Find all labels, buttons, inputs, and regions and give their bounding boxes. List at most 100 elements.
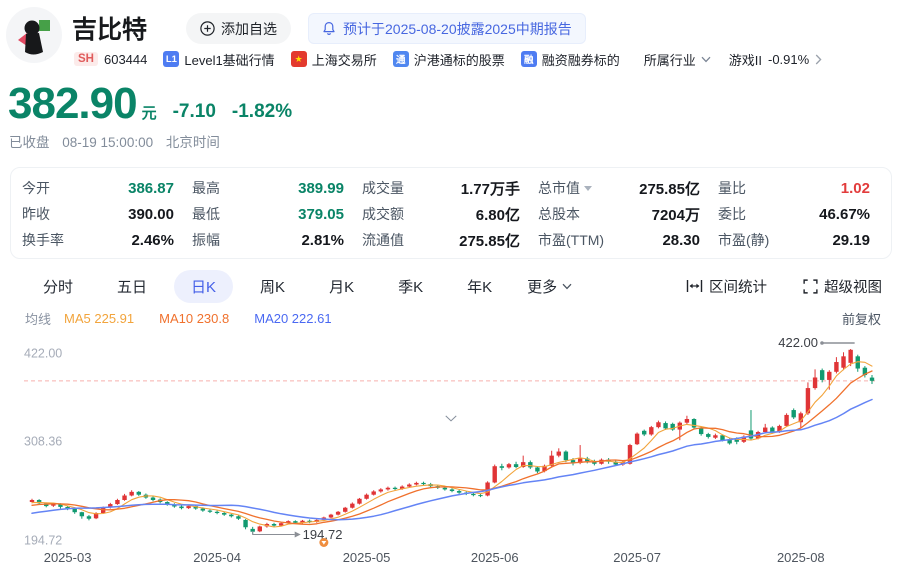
- high-annotation-label: 422.00: [778, 335, 818, 350]
- candle-body: [663, 423, 667, 428]
- candle-body: [834, 362, 838, 372]
- candle-body: [350, 504, 354, 508]
- stat-cell: 最高389.99: [192, 175, 344, 201]
- candlestick-chart[interactable]: 422.00308.36194.72194.72422.002025-03202…: [0, 335, 904, 574]
- more-periods-dropdown[interactable]: 更多: [527, 276, 572, 297]
- stat-label: 市盈(TTM): [538, 230, 604, 250]
- candle-body: [784, 415, 788, 426]
- stat-value: 390.00: [128, 206, 174, 223]
- stat-cell: 委比46.67%: [718, 201, 870, 227]
- stat-value: 389.99: [298, 180, 344, 197]
- x-axis-tick: 2025-08: [777, 550, 825, 565]
- tab-周K[interactable]: 周K: [243, 270, 302, 303]
- tag-level1-label: Level1基础行情: [184, 50, 274, 69]
- report-notice-banner[interactable]: 预计于2025-08-20披露2025中期报告: [308, 13, 586, 44]
- stat-value: 1.77万手: [461, 178, 520, 199]
- ma-items: MA5 225.91MA10 230.8MA20 222.61: [64, 311, 357, 326]
- candle-body: [706, 434, 710, 437]
- y-axis-tick: 422.00: [24, 347, 62, 361]
- stat-label: 委比: [718, 204, 746, 224]
- caret-down-icon[interactable]: [584, 186, 592, 191]
- tag-margin: 融 融资融券标的: [521, 50, 620, 69]
- stat-cell: 流通值275.85亿: [362, 227, 520, 253]
- stat-label: 市盈(静): [718, 230, 769, 250]
- candle-body: [329, 515, 333, 518]
- industry-link[interactable]: 游戏II -0.91%: [729, 50, 822, 69]
- candle-body: [364, 495, 368, 499]
- adjust-mode-toggle[interactable]: 前复权: [842, 309, 881, 328]
- tab-季K[interactable]: 季K: [381, 270, 440, 303]
- candle-body: [692, 419, 696, 428]
- candle-body: [443, 488, 447, 490]
- candle-body: [407, 485, 411, 487]
- stat-value: 1.02: [841, 180, 870, 197]
- stat-value: 379.05: [298, 206, 344, 223]
- chart-tools: 区间统计 超级视图: [686, 276, 882, 297]
- stat-cell[interactable]: 总市值 275.85亿: [538, 175, 700, 201]
- range-stats-button[interactable]: 区间统计: [686, 276, 767, 297]
- stat-label: 总市值: [538, 178, 592, 198]
- candle-body: [478, 495, 482, 496]
- candle-body: [414, 483, 418, 485]
- stat-label: 昨收: [22, 204, 50, 224]
- stock-logo: [6, 7, 62, 63]
- stat-value: 2.81%: [301, 232, 344, 249]
- stat-label: 最低: [192, 204, 220, 224]
- add-watchlist-label: 添加自选: [221, 19, 277, 39]
- candle-body: [763, 428, 767, 432]
- candle-body: [713, 435, 717, 437]
- add-watchlist-button[interactable]: 添加自选: [186, 13, 291, 44]
- candle-body: [229, 515, 233, 517]
- tag-hk-connect-label: 沪港通标的股票: [414, 50, 505, 69]
- tabs-list: 分时五日日K 周K 月K 季K 年K: [26, 270, 519, 303]
- stat-cell: 市盈(静) 29.19: [718, 227, 870, 253]
- candle-body: [493, 466, 497, 482]
- ma5-line: [32, 362, 872, 527]
- candle-body: [685, 419, 689, 423]
- candle-body: [535, 467, 539, 471]
- candle-body: [293, 521, 297, 523]
- super-view-button[interactable]: 超级视图: [803, 276, 882, 297]
- candle-body: [201, 509, 205, 511]
- tab-五日[interactable]: 五日: [100, 270, 164, 303]
- candle-body: [500, 466, 504, 468]
- candle-body: [557, 452, 561, 456]
- stat-value: 28.30: [662, 232, 700, 249]
- market-status-row: 已收盘 08-19 15:00:00 北京时间: [9, 131, 229, 151]
- ma-legend-ma10: MA10 230.8: [159, 311, 229, 326]
- last-price: 382.90: [8, 82, 137, 126]
- stat-value: 386.87: [128, 180, 174, 197]
- stat-value: 275.85亿: [639, 178, 700, 199]
- x-axis-tick: 2025-03: [44, 550, 92, 565]
- gbits-mascot-icon: [6, 7, 62, 63]
- candle-body: [115, 500, 119, 504]
- tab-年K[interactable]: 年K: [450, 270, 509, 303]
- x-axis-tick: 2025-04: [193, 550, 241, 565]
- candle-body: [635, 434, 639, 445]
- range-select-icon: [686, 279, 703, 293]
- ma-legend-ma20: MA20 222.61: [254, 311, 331, 326]
- tag-sse-label: 上海交易所: [312, 50, 377, 69]
- quote-stats-grid: 今开386.87最高389.99成交量1.77万手总市值275.85亿量比1.0…: [11, 168, 891, 253]
- report-notice-text: 预计于2025-08-20披露2025中期报告: [343, 19, 572, 39]
- stat-cell: 量比1.02: [718, 175, 870, 201]
- candle-body: [471, 494, 475, 495]
- candle-body: [73, 509, 77, 512]
- stat-cell: 昨收 390.00: [22, 201, 174, 227]
- tab-月K[interactable]: 月K: [312, 270, 371, 303]
- tag-sse: ★ 上海交易所: [291, 50, 377, 69]
- candle-body: [841, 356, 845, 367]
- candle-body: [179, 507, 183, 509]
- stock-detail-page: 吉比特 添加自选 预计于2025-08-20披露2025中期报告 SH 6034…: [0, 0, 904, 574]
- stat-value: 29.19: [832, 232, 870, 249]
- stat-cell: 总股本7204万: [538, 201, 700, 227]
- industry-dropdown[interactable]: 所属行业: [644, 50, 711, 69]
- stat-label: 成交量: [362, 178, 404, 198]
- tab-分时[interactable]: 分时: [26, 270, 90, 303]
- candle-body: [80, 512, 84, 516]
- stat-label: 换手率: [22, 230, 64, 250]
- stat-cell: 市盈(TTM) 28.30: [538, 227, 700, 253]
- stat-value: 275.85亿: [459, 230, 520, 251]
- tab-日K[interactable]: 日K: [174, 270, 233, 303]
- stock-name: 吉比特: [72, 10, 147, 46]
